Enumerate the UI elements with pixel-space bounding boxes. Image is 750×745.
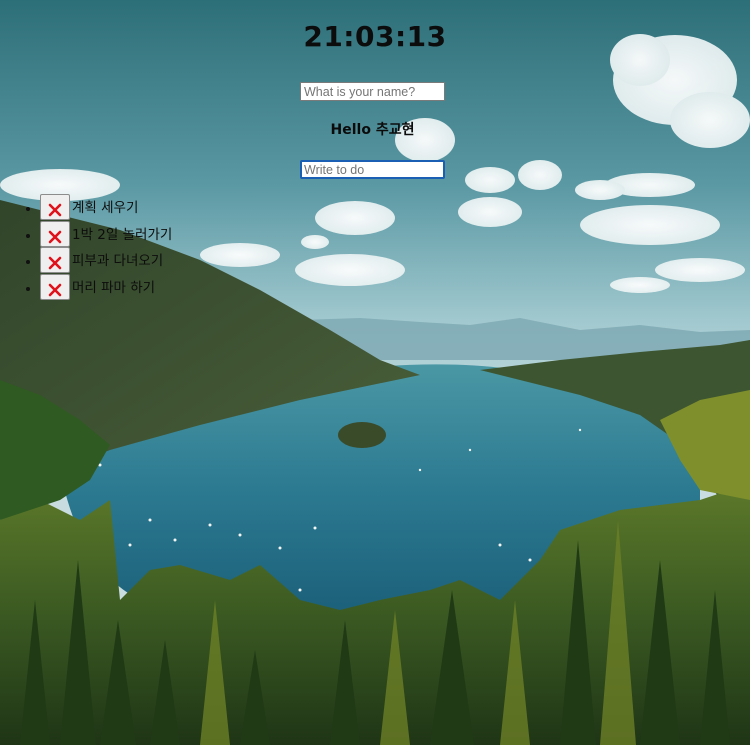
todo-text: 머리 파마 하기 bbox=[72, 279, 156, 296]
close-x-icon bbox=[48, 203, 62, 217]
background-landscape-image bbox=[0, 0, 750, 745]
todo-text: 계획 세우기 bbox=[72, 200, 139, 216]
name-input[interactable] bbox=[300, 82, 445, 101]
todo-list: 계획 세우기 1박 2일 놀러가기 피부과 다녀오기 머리 파마 하기 bbox=[0, 194, 173, 302]
todo-text: 피부과 다녀오기 bbox=[72, 253, 164, 269]
todo-item: 1박 2일 놀러가기 bbox=[40, 220, 173, 249]
todo-item: 계획 세우기 bbox=[40, 194, 172, 222]
clock-time: 21:03:13 bbox=[303, 20, 447, 53]
todo-input[interactable] bbox=[300, 160, 445, 179]
close-x-icon bbox=[48, 283, 62, 296]
delete-todo-button[interactable] bbox=[40, 194, 70, 220]
delete-todo-button[interactable] bbox=[40, 247, 70, 273]
todo-text: 1박 2일 놀러가기 bbox=[72, 226, 173, 243]
todo-item: 피부과 다녀오기 bbox=[40, 247, 172, 275]
close-x-icon bbox=[48, 256, 62, 270]
delete-todo-button[interactable] bbox=[40, 220, 70, 247]
todo-item: 머리 파마 하기 bbox=[40, 273, 172, 302]
greeting-text: Hello 추교현 bbox=[330, 122, 415, 138]
close-x-icon bbox=[48, 230, 62, 243]
delete-todo-button[interactable] bbox=[40, 273, 70, 300]
